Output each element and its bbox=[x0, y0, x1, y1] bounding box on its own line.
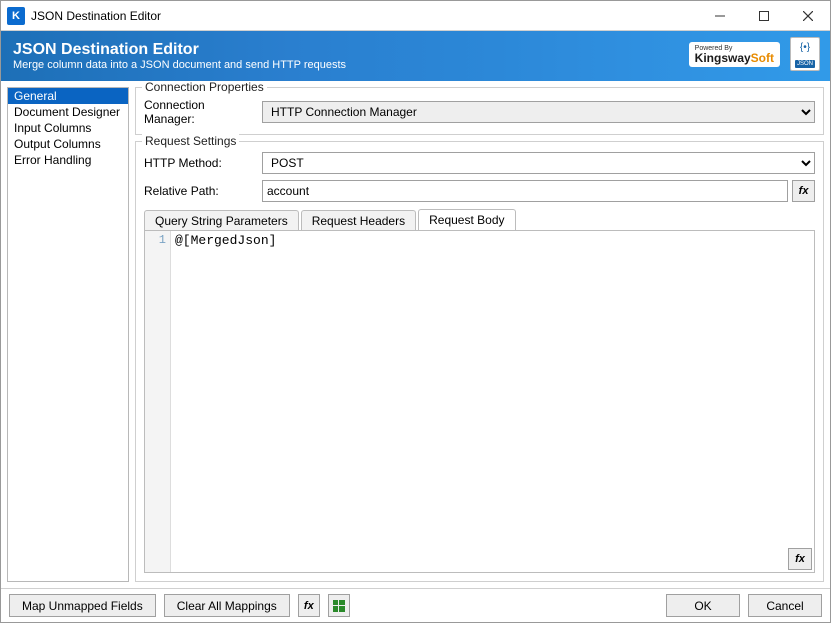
editor-gutter: 1 bbox=[145, 231, 171, 572]
ok-button[interactable]: OK bbox=[666, 594, 740, 617]
connection-properties-label: Connection Properties bbox=[142, 81, 267, 94]
tab-query-string-parameters[interactable]: Query String Parameters bbox=[144, 210, 299, 231]
sidebar-item-error-handling[interactable]: Error Handling bbox=[8, 152, 128, 168]
app-window: K JSON Destination Editor JSON Destinati… bbox=[0, 0, 831, 623]
json-file-icon: {•} bbox=[790, 37, 820, 71]
connection-manager-select[interactable]: HTTP Connection Manager bbox=[262, 101, 815, 123]
request-settings-group: Request Settings HTTP Method: POST Relat… bbox=[135, 141, 824, 582]
grid-toolbar-button[interactable] bbox=[328, 594, 350, 617]
maximize-icon bbox=[759, 11, 769, 21]
clear-all-mappings-button[interactable]: Clear All Mappings bbox=[164, 594, 290, 617]
sidebar-item-general[interactable]: General bbox=[8, 88, 128, 104]
app-icon: K bbox=[7, 7, 25, 25]
tab-request-headers[interactable]: Request Headers bbox=[301, 210, 416, 231]
minimize-button[interactable] bbox=[698, 1, 742, 31]
close-button[interactable] bbox=[786, 1, 830, 31]
grid-icon bbox=[333, 600, 345, 612]
relative-path-fx-button[interactable]: fx bbox=[792, 180, 815, 202]
sidebar: General Document Designer Input Columns … bbox=[7, 87, 129, 582]
banner: JSON Destination Editor Merge column dat… bbox=[1, 31, 830, 81]
main-panel: Connection Properties Connection Manager… bbox=[135, 87, 824, 582]
close-icon bbox=[803, 11, 813, 21]
request-body-fx-button[interactable]: fx bbox=[788, 548, 812, 570]
window-title: JSON Destination Editor bbox=[31, 9, 161, 23]
sidebar-item-output-columns[interactable]: Output Columns bbox=[8, 136, 128, 152]
request-body-editor[interactable]: 1 @[MergedJson] fx bbox=[144, 230, 815, 573]
maximize-button[interactable] bbox=[742, 1, 786, 31]
cancel-button[interactable]: Cancel bbox=[748, 594, 822, 617]
relative-path-label: Relative Path: bbox=[144, 184, 254, 198]
fx-toolbar-button[interactable]: fx bbox=[298, 594, 320, 617]
line-number: 1 bbox=[145, 233, 166, 247]
map-unmapped-fields-button[interactable]: Map Unmapped Fields bbox=[9, 594, 156, 617]
fx-icon: fx bbox=[304, 600, 314, 612]
footer: Map Unmapped Fields Clear All Mappings f… bbox=[1, 588, 830, 622]
request-tabs: Query String Parameters Request Headers … bbox=[144, 208, 815, 230]
titlebar: K JSON Destination Editor bbox=[1, 1, 830, 31]
http-method-label: HTTP Method: bbox=[144, 156, 254, 170]
http-method-select[interactable]: POST bbox=[262, 152, 815, 174]
connection-properties-group: Connection Properties Connection Manager… bbox=[135, 87, 824, 135]
request-settings-label: Request Settings bbox=[142, 134, 239, 148]
tab-request-body[interactable]: Request Body bbox=[418, 209, 515, 231]
editor-code[interactable]: @[MergedJson] bbox=[171, 231, 814, 572]
relative-path-input[interactable] bbox=[262, 180, 788, 202]
minimize-icon bbox=[715, 11, 725, 21]
sidebar-item-input-columns[interactable]: Input Columns bbox=[8, 120, 128, 136]
banner-title: JSON Destination Editor bbox=[13, 41, 346, 59]
sidebar-item-document-designer[interactable]: Document Designer bbox=[8, 104, 128, 120]
kingswaysoft-logo: Powered By KingswaySoft bbox=[689, 42, 780, 67]
banner-subtitle: Merge column data into a JSON document a… bbox=[13, 59, 346, 71]
body: General Document Designer Input Columns … bbox=[1, 81, 830, 588]
connection-manager-label: Connection Manager: bbox=[144, 98, 254, 126]
